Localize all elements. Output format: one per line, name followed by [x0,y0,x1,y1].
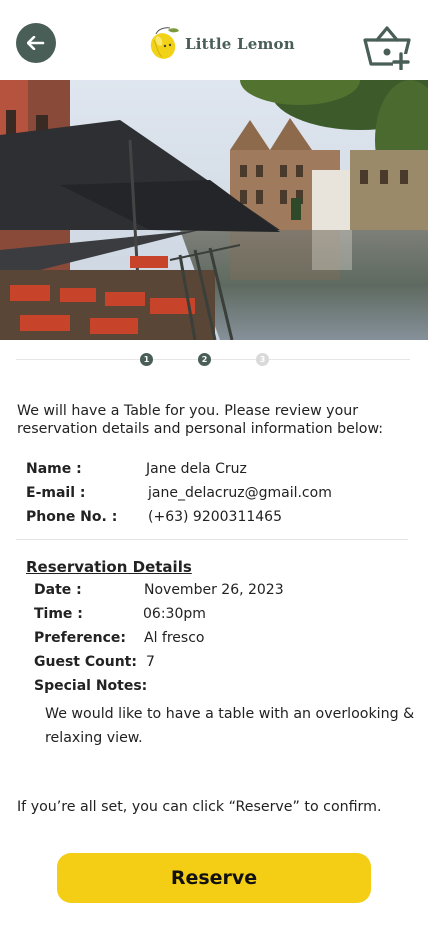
cart-button[interactable] [362,24,412,71]
reserve-button[interactable]: Reserve [57,853,371,903]
step-1-indicator: 1 [140,353,153,366]
name-label: Name : [26,461,82,477]
step-2-indicator: 2 [198,353,211,366]
name-value: Jane dela Cruz [146,461,247,477]
preference-label: Preference: [34,630,127,646]
progress-steps: 1 2 3 [0,350,428,370]
intro-text: We will have a Table for you. Please rev… [17,403,384,437]
section-divider [16,539,408,540]
date-value: November 26, 2023 [144,582,284,598]
special-notes-value: We would like to have a table with an ov… [45,706,415,746]
special-notes-label: Special Notes: [34,678,148,694]
time-value: 06:30pm [143,606,206,622]
phone-value: (+63) 9200311465 [148,509,282,525]
steps-track [16,359,410,360]
brand-logo: Little Lemon [148,26,295,62]
date-label: Date : [34,582,82,598]
step-3-indicator: 3 [256,353,269,366]
confirm-instructions: If you’re all set, you can click “Reserv… [17,799,382,815]
back-arrow-icon [27,36,45,50]
reservation-details-heading: Reservation Details [26,558,192,576]
canal-restaurant-photo [0,80,428,340]
basket-add-icon [363,26,411,71]
app-header: Little Lemon [0,0,428,80]
brand-name: Little Lemon [185,35,295,53]
back-button[interactable] [16,23,56,63]
time-label: Time : [34,606,83,622]
phone-label: Phone No. : [26,509,118,525]
guest-count-label: Guest Count: [34,654,137,670]
email-value: jane_delacruz@gmail.com [148,485,332,501]
guest-count-value: 7 [146,654,155,670]
email-label: E-mail : [26,485,86,501]
hero-image [0,80,428,340]
lemon-logo-icon [150,27,179,59]
preference-value: Al fresco [144,630,205,646]
